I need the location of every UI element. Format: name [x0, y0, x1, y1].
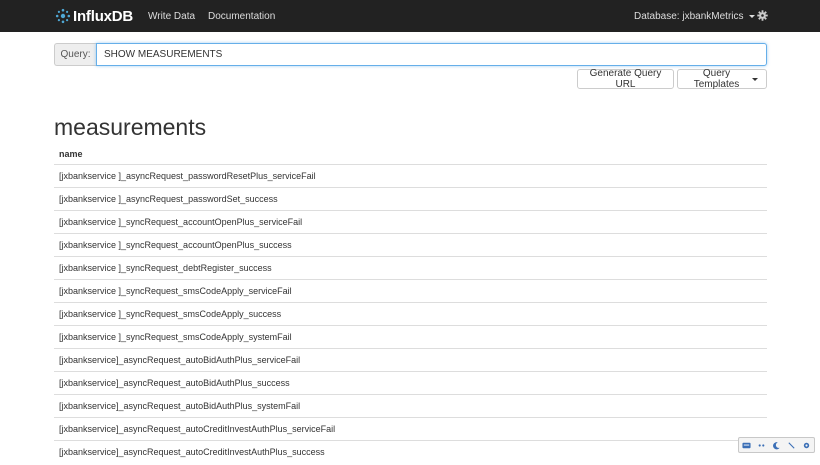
table-row: [jxbankservice ]_asyncRequest_passwordSe… [54, 187, 767, 211]
query-input[interactable] [96, 43, 767, 66]
table-row: [jxbankservice]_asyncRequest_autoCreditI… [54, 440, 767, 463]
input-method-toolbar [738, 437, 815, 453]
table-cell: [jxbankservice ]_syncRequest_smsCodeAppl… [54, 302, 767, 326]
query-bar: Query: [54, 43, 767, 66]
caret-down-icon [752, 77, 758, 81]
table-row: [jxbankservice ]_syncRequest_smsCodeAppl… [54, 279, 767, 303]
generate-query-url-label: Generate Query URL [589, 68, 662, 90]
symbol-icon[interactable] [787, 441, 796, 450]
table-row: [jxbankservice]_asyncRequest_autoBidAuth… [54, 394, 767, 418]
table-cell: [jxbankservice]_asyncRequest_autoCreditI… [54, 440, 767, 463]
table-row: [jxbankservice ]_syncRequest_accountOpen… [54, 233, 767, 257]
query-label: Query: [54, 43, 96, 66]
influxdb-logo-icon [55, 8, 71, 24]
table-header-row: name [54, 143, 767, 165]
brand-name: InfluxDB [73, 7, 134, 25]
table-cell: [jxbankservice ]_asyncRequest_passwordSe… [54, 187, 767, 211]
table-row: [jxbankservice]_asyncRequest_autoBidAuth… [54, 348, 767, 372]
table-row: [jxbankservice ]_syncRequest_debtRegiste… [54, 256, 767, 280]
query-templates-label: Query Templates [693, 68, 740, 90]
results-title: measurements [54, 114, 207, 140]
keyboard-icon[interactable] [742, 441, 751, 450]
settings-icon[interactable] [802, 441, 811, 450]
brand-logo[interactable]: InfluxDB [55, 0, 133, 32]
table-cell: [jxbankservice ]_syncRequest_accountOpen… [54, 210, 767, 234]
column-header-name: name [54, 143, 767, 165]
gear-icon[interactable] [757, 10, 768, 21]
database-label: Database: jxbankMetrics [634, 11, 744, 22]
database-dropdown[interactable]: Database: jxbankMetrics [634, 11, 755, 22]
punctuation-icon[interactable] [757, 441, 766, 450]
moon-icon[interactable] [772, 441, 781, 450]
nav-documentation[interactable]: Documentation [208, 11, 275, 22]
table-cell: [jxbankservice ]_syncRequest_smsCodeAppl… [54, 325, 767, 349]
table-cell: [jxbankservice]_asyncRequest_autoBidAuth… [54, 394, 767, 418]
generate-query-url-button[interactable]: Generate Query URL [577, 68, 674, 90]
query-templates-button[interactable]: Query Templates [677, 68, 767, 90]
table-cell: [jxbankservice]_asyncRequest_autoBidAuth… [54, 371, 767, 395]
caret-down-icon [748, 15, 755, 18]
table-row: [jxbankservice ]_syncRequest_accountOpen… [54, 210, 767, 234]
table-row: [jxbankservice ]_syncRequest_smsCodeAppl… [54, 302, 767, 326]
table-row: [jxbankservice]_asyncRequest_autoCreditI… [54, 417, 767, 441]
results-table: name [jxbankservice ]_asyncRequest_passw… [54, 143, 767, 463]
table-row: [jxbankservice]_asyncRequest_autoBidAuth… [54, 371, 767, 395]
table-cell: [jxbankservice ]_syncRequest_accountOpen… [54, 233, 767, 257]
table-cell: [jxbankservice ]_asyncRequest_passwordRe… [54, 164, 767, 188]
table-row: [jxbankservice ]_syncRequest_smsCodeAppl… [54, 325, 767, 349]
table-row: [jxbankservice ]_asyncRequest_passwordRe… [54, 164, 767, 188]
table-cell: [jxbankservice]_asyncRequest_autoCreditI… [54, 417, 767, 441]
nav-write-data[interactable]: Write Data [148, 11, 195, 22]
table-cell: [jxbankservice]_asyncRequest_autoBidAuth… [54, 348, 767, 372]
table-cell: [jxbankservice ]_syncRequest_smsCodeAppl… [54, 279, 767, 303]
top-navbar: InfluxDB Write Data Documentation Databa… [0, 0, 820, 32]
table-cell: [jxbankservice ]_syncRequest_debtRegiste… [54, 256, 767, 280]
